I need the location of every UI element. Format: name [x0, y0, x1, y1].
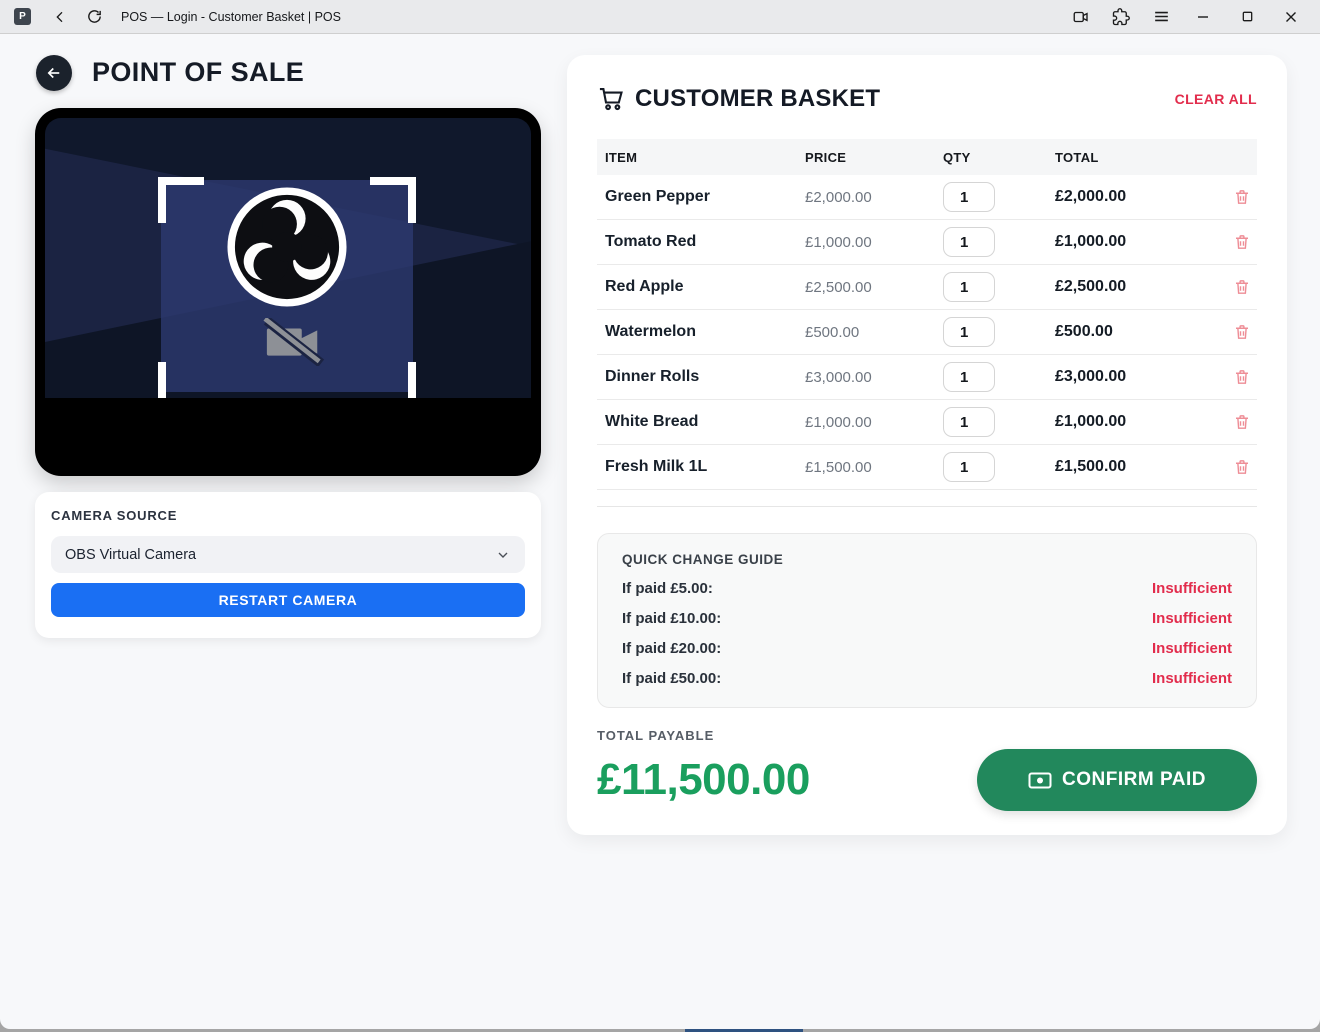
banknote-icon — [1028, 772, 1052, 789]
confirm-paid-button[interactable]: CONFIRM PAID — [977, 749, 1257, 811]
table-row: Red Apple £2,500.00 £2,500.00 — [597, 265, 1257, 310]
delete-item-icon[interactable] — [1227, 413, 1257, 431]
qty-input[interactable] — [943, 317, 995, 347]
guide-title: QUICK CHANGE GUIDE — [622, 552, 1232, 567]
guide-value: Insufficient — [1152, 610, 1232, 627]
guide-row: If paid £10.00: Insufficient — [622, 610, 1232, 627]
reload-icon[interactable] — [81, 4, 107, 30]
camera-source-select[interactable]: OBS Virtual Camera — [51, 536, 525, 573]
guide-value: Insufficient — [1152, 670, 1232, 687]
qty-input[interactable] — [943, 182, 995, 212]
maximize-button[interactable] — [1232, 10, 1262, 23]
app-favicon: P — [14, 8, 31, 25]
back-button[interactable] — [36, 55, 72, 91]
col-total: TOTAL — [1047, 150, 1227, 165]
viewfinder-frame — [158, 177, 416, 398]
camera-source-label: CAMERA SOURCE — [51, 508, 525, 523]
col-qty: QTY — [935, 150, 1047, 165]
camera-source-value: OBS Virtual Camera — [65, 547, 495, 563]
camera-preview — [35, 108, 541, 476]
quick-change-guide: QUICK CHANGE GUIDE If paid £5.00: Insuff… — [597, 533, 1257, 708]
delete-item-icon[interactable] — [1227, 323, 1257, 341]
delete-item-icon[interactable] — [1227, 368, 1257, 386]
restart-camera-button[interactable]: RESTART CAMERA — [51, 583, 525, 617]
qty-input[interactable] — [943, 452, 995, 482]
table-row: White Bread £1,000.00 £1,000.00 — [597, 400, 1257, 445]
clear-all-button[interactable]: CLEAR ALL — [1175, 91, 1257, 107]
guide-row: If paid £5.00: Insufficient — [622, 580, 1232, 597]
delete-item-icon[interactable] — [1227, 278, 1257, 296]
table-end-divider — [597, 506, 1257, 507]
minimize-button[interactable] — [1188, 10, 1218, 24]
back-nav-icon[interactable] — [47, 4, 73, 30]
payment-summary: TOTAL PAYABLE £11,500.00 CONFIRM PAID — [597, 728, 1257, 811]
table-row: Tomato Red £1,000.00 £1,000.00 — [597, 220, 1257, 265]
delete-item-icon[interactable] — [1227, 188, 1257, 206]
page-title: POINT OF SALE — [92, 57, 304, 88]
total-payable-label: TOTAL PAYABLE — [597, 728, 1257, 743]
qty-input[interactable] — [943, 272, 995, 302]
delete-item-icon[interactable] — [1227, 458, 1257, 476]
guide-row: If paid £50.00: Insufficient — [622, 670, 1232, 687]
menu-icon[interactable] — [1148, 4, 1174, 30]
extensions-icon[interactable] — [1108, 4, 1134, 30]
total-payable-amount: £11,500.00 — [597, 755, 810, 805]
camera-share-icon[interactable] — [1068, 4, 1094, 30]
table-row: Fresh Milk 1L £1,500.00 £1,500.00 — [597, 445, 1257, 490]
cart-icon — [597, 85, 625, 113]
guide-value: Insufficient — [1152, 580, 1232, 597]
basket-title: CUSTOMER BASKET — [635, 85, 1175, 113]
basket-table-header: ITEM PRICE QTY TOTAL — [597, 139, 1257, 175]
delete-item-icon[interactable] — [1227, 233, 1257, 251]
qty-input[interactable] — [943, 362, 995, 392]
guide-row: If paid £20.00: Insufficient — [622, 640, 1232, 657]
col-item: ITEM — [597, 150, 797, 165]
camera-video-feed — [45, 118, 531, 398]
table-row: Dinner Rolls £3,000.00 £3,000.00 — [597, 355, 1257, 400]
camera-source-card: CAMERA SOURCE OBS Virtual Camera RESTART… — [35, 492, 541, 638]
col-price: PRICE — [797, 150, 935, 165]
window-title: POS — Login - Customer Basket | POS — [121, 10, 1060, 24]
chevron-down-icon — [495, 547, 511, 563]
customer-basket-card: CUSTOMER BASKET CLEAR ALL ITEM PRICE QTY… — [567, 55, 1287, 835]
qty-input[interactable] — [943, 227, 995, 257]
window-titlebar: P POS — Login - Customer Basket | POS — [0, 0, 1320, 34]
guide-value: Insufficient — [1152, 640, 1232, 657]
qty-input[interactable] — [943, 407, 995, 437]
table-row: Watermelon £500.00 £500.00 — [597, 310, 1257, 355]
close-button[interactable] — [1276, 10, 1306, 24]
pos-page: POINT OF SALE — [0, 34, 1320, 1029]
table-row: Green Pepper £2,000.00 £2,000.00 — [597, 175, 1257, 220]
